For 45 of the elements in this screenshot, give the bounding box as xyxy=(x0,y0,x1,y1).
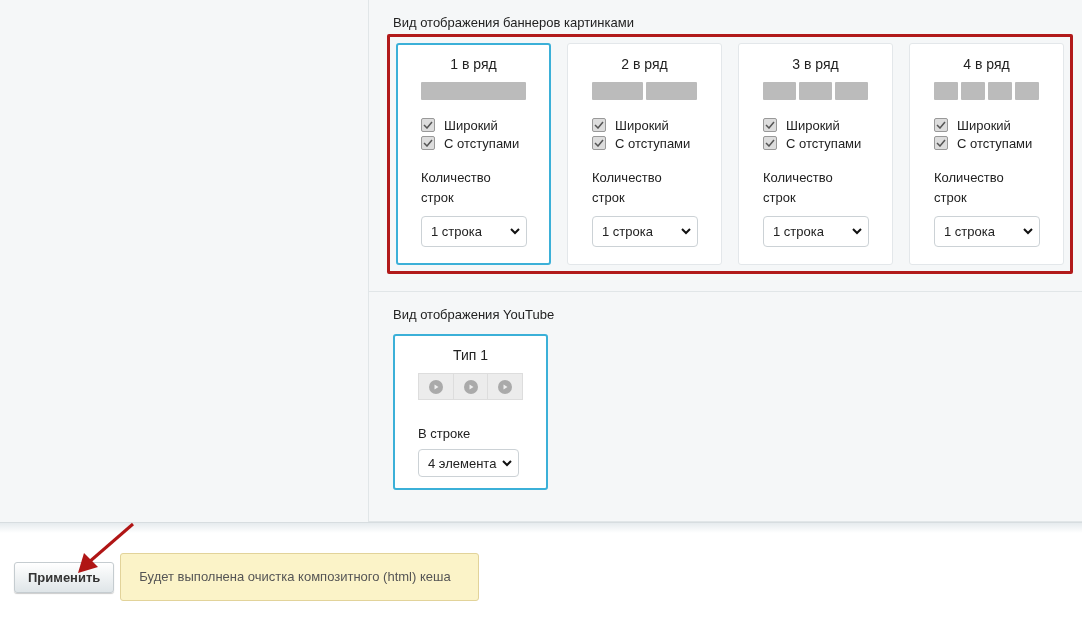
layout-card[interactable]: 4 в ряд Широкий С отступами Количество строк 1 строка xyxy=(909,43,1064,265)
chevron-down-icon xyxy=(681,228,691,235)
info-note: Будет выполнена очистка композитного (html) кеша xyxy=(120,552,480,601)
chevron-down-icon xyxy=(1023,228,1033,235)
checkbox-label: Широкий xyxy=(615,117,669,133)
checkbox-label: С отступами xyxy=(957,135,1033,151)
card-title: 1 в ряд xyxy=(449,56,498,72)
count-select[interactable]: 4 элемента xyxy=(418,449,519,477)
checkbox-label: С отступами xyxy=(615,135,691,151)
rows-select[interactable]: 1 строка xyxy=(934,216,1040,247)
checkbox-label: Широкий xyxy=(786,117,840,133)
checkbox[interactable] xyxy=(421,136,435,150)
checkbox[interactable] xyxy=(934,118,948,132)
section-title: Вид отображения баннеров картинками xyxy=(393,15,635,30)
section-title: Вид отображения YouTube xyxy=(393,307,556,322)
checkbox[interactable] xyxy=(421,118,435,132)
layout-card[interactable]: 3 в ряд Широкий С отступами Количество строк 1 строка xyxy=(738,43,893,265)
chevron-down-icon xyxy=(502,459,512,467)
checkbox[interactable] xyxy=(934,136,948,150)
rows-select[interactable]: 1 строка xyxy=(763,216,869,247)
card-title: 3 в ряд xyxy=(791,56,840,72)
field-label: Количество строк xyxy=(934,169,1005,207)
rows-select[interactable]: 1 строка xyxy=(421,216,527,247)
card-title: Тип 1 xyxy=(452,347,489,363)
layout-card[interactable]: 1 в ряд Широкий С отступами Количество строк 1 строка xyxy=(396,43,551,265)
chevron-down-icon xyxy=(852,228,862,235)
field-label: Количество строк xyxy=(592,169,663,207)
chevron-down-icon xyxy=(510,228,520,235)
checkbox-label: Широкий xyxy=(444,117,498,133)
checkbox-label: С отступами xyxy=(444,135,520,151)
apply-button[interactable]: Применить xyxy=(14,562,115,593)
layout-card[interactable]: Тип 1 В строке 4 элемента xyxy=(393,334,548,490)
field-label: Количество строк xyxy=(763,169,834,207)
rows-select[interactable]: 1 строка xyxy=(592,216,698,247)
card-title: 4 в ряд xyxy=(962,56,1011,72)
field-label: В строке xyxy=(418,425,472,444)
checkbox-label: С отступами xyxy=(786,135,862,151)
checkbox-label: Широкий xyxy=(957,117,1011,133)
field-label: Количество строк xyxy=(421,169,492,207)
card-title: 2 в ряд xyxy=(620,56,669,72)
checkbox[interactable] xyxy=(763,118,777,132)
checkbox[interactable] xyxy=(592,136,606,150)
checkbox[interactable] xyxy=(592,118,606,132)
layout-card[interactable]: 2 в ряд Широкий С отступами Количество строк 1 строка xyxy=(567,43,722,265)
checkbox[interactable] xyxy=(763,136,777,150)
